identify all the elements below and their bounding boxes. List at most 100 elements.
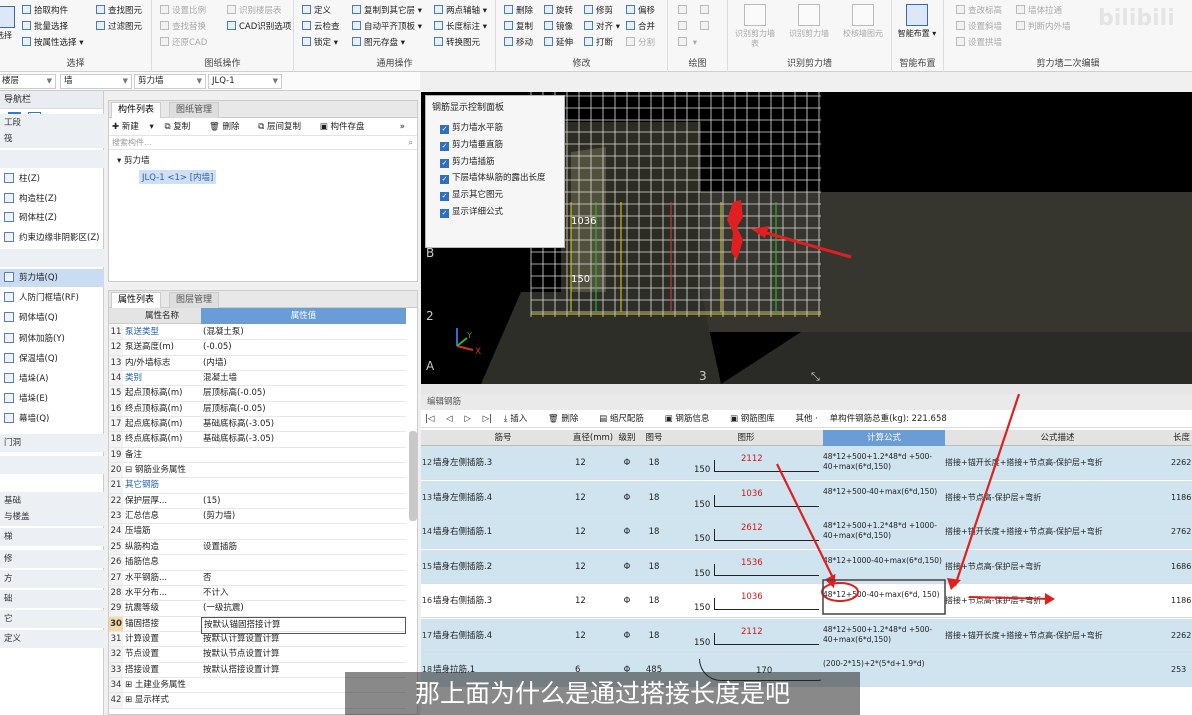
property-value[interactable]: (混凝土泵): [201, 325, 406, 340]
rebar-shape[interactable]: 150 1036: [671, 584, 821, 618]
rebar-diameter[interactable]: 12: [573, 446, 615, 480]
property-value[interactable]: (-0.05): [201, 340, 406, 355]
rebar-shape[interactable]: 150 2612: [671, 515, 821, 549]
rebar-formula[interactable]: 48*12+500-40+max(6*d,150): [823, 481, 945, 515]
rebar-diameter[interactable]: 12: [573, 550, 615, 584]
convert-element-button[interactable]: 转换图元: [434, 36, 480, 51]
nav-item[interactable]: 砌体加筋(Y): [0, 330, 104, 348]
property-row[interactable]: 14 类别 混凝土墙: [109, 371, 406, 387]
collapse-icon[interactable]: ⤡: [811, 370, 820, 383]
rebar-name[interactable]: 墙身右侧插筋.2: [433, 550, 573, 584]
recognize-wall-button[interactable]: 识别剪力墙: [786, 4, 832, 39]
property-row[interactable]: 27 水平钢筋... 否: [109, 570, 406, 586]
draw-circle-button[interactable]: [700, 4, 712, 19]
rebar-name[interactable]: 墙身右侧插筋.4: [433, 619, 573, 653]
copy-component-button[interactable]: ⧉ 复制: [165, 122, 199, 132]
rebar-grade[interactable]: Φ: [617, 481, 637, 515]
rebar-grade[interactable]: Φ: [617, 550, 637, 584]
rebar-shape[interactable]: 150 1536: [671, 550, 821, 584]
property-scrollbar[interactable]: [409, 431, 417, 521]
formula-description[interactable]: 搭接+节点高-保护层+弯折: [945, 584, 1170, 618]
rebar-figure-no[interactable]: 18: [639, 481, 669, 515]
rebar-grade[interactable]: Φ: [617, 515, 637, 549]
rebar-option-checkbox[interactable]: ✓ 剪力墙垂直筋: [426, 137, 564, 154]
nav-item[interactable]: 础: [0, 590, 104, 608]
nav-item[interactable]: 与楼盖: [0, 508, 104, 526]
element-save-button[interactable]: 图元存盘 ▾: [352, 36, 405, 51]
rebar-row[interactable]: 16 墙身右侧插筋.3 12 Φ 18 150 1036 48*12+500-40+max(6…: [421, 584, 1192, 618]
other-menu[interactable]: 其他 ·: [795, 414, 817, 424]
cloud-check-button[interactable]: 云检查: [302, 20, 340, 35]
rebar-shape[interactable]: 150 2112: [671, 619, 821, 653]
rebar-option-checkbox[interactable]: ✓ 显示其它图元: [426, 187, 564, 204]
property-row[interactable]: 26 插筋信息: [109, 555, 406, 571]
rebar-grade[interactable]: Φ: [617, 584, 637, 618]
property-value[interactable]: 层顶标高(-0.05): [201, 402, 406, 417]
property-row[interactable]: 11 泵送类型 (混凝土泵): [109, 325, 406, 341]
find-element-button[interactable]: 查找图元: [96, 4, 142, 19]
recognize-wall-table-button[interactable]: 识别剪力墙表: [732, 4, 778, 49]
first-row-icon[interactable]: |◁: [425, 414, 434, 424]
rebar-diameter[interactable]: 12: [573, 481, 615, 515]
property-value[interactable]: 按默认计算设置计算: [201, 632, 406, 647]
new-component-button[interactable]: ✚ 新建 ▾: [112, 122, 154, 132]
rebar-figure-no[interactable]: 18: [639, 550, 669, 584]
filter-element-button[interactable]: 过滤图元: [96, 20, 142, 35]
restore-cad-button[interactable]: 还原CAD: [160, 36, 207, 51]
rebar-row[interactable]: 12 墙身左侧插筋.3 12 Φ 18 150 2112 48*12+500+1.2*48*d…: [421, 446, 1192, 480]
property-row[interactable]: 29 抗震等级 (一级抗震): [109, 601, 406, 617]
component-select[interactable]: JLQ-1 ▼: [208, 74, 282, 89]
rebar-formula[interactable]: 48*12+1000-40+max(6*d,150): [823, 550, 945, 584]
nav-item[interactable]: 定义: [0, 630, 104, 648]
tree-root[interactable]: ▾ 剪力墙: [109, 150, 417, 166]
formula-description[interactable]: [945, 653, 1170, 687]
move-button[interactable]: 移动: [504, 36, 533, 51]
property-value[interactable]: (15): [201, 494, 406, 509]
nav-item[interactable]: 方: [0, 570, 104, 588]
property-row[interactable]: 30 锚固搭接 按默认锚固搭接计算: [109, 616, 406, 634]
rebar-diameter[interactable]: 12: [573, 515, 615, 549]
align-button[interactable]: 对齐 ▾: [584, 20, 620, 35]
rebar-figure-no[interactable]: 18: [639, 515, 669, 549]
nav-item[interactable]: 人防门框墙(RF): [0, 289, 104, 307]
delete-button[interactable]: 删除: [504, 4, 533, 19]
rebar-shape[interactable]: 150 2112: [671, 446, 821, 480]
rebar-figure-no[interactable]: 18: [639, 619, 669, 653]
property-value[interactable]: 设置插筋: [201, 540, 406, 555]
select-by-attribute-button[interactable]: 按属性选择 ▾: [22, 36, 83, 51]
rebar-option-checkbox[interactable]: ✓ 显示详细公式: [426, 204, 564, 221]
rebar-library-button[interactable]: ▣ 钢筋图库: [730, 414, 784, 424]
rebar-name[interactable]: 墙身右侧插筋.1: [433, 515, 573, 549]
rebar-formula[interactable]: 48*12+500+1.2*48*d +500-40+max(6*d,150): [823, 619, 945, 653]
scale-rebar-button[interactable]: ▤ 缩尺配筋: [599, 414, 653, 424]
rebar-row[interactable]: 17 墙身右侧插筋.4 12 Φ 18 150 2112 48*12+500+1.2*48*d…: [421, 618, 1192, 653]
tab-component-list[interactable]: 构件列表: [111, 102, 162, 118]
nav-item[interactable]: [0, 150, 104, 168]
draw-point-button[interactable]: [678, 4, 690, 19]
rebar-name[interactable]: 墙身右侧插筋.3: [433, 584, 573, 618]
nav-item[interactable]: 幕墙(Q): [0, 410, 104, 428]
select-big-button[interactable]: 选择: [0, 6, 18, 41]
two-point-axis-button[interactable]: 两点辅轴 ▾: [434, 4, 487, 19]
rotate-button[interactable]: 旋转: [544, 4, 573, 19]
set-slant-wall-button[interactable]: 设置斜墙: [956, 20, 1002, 35]
property-row[interactable]: 18 终点底标高(m) 基础底标高(-3.05): [109, 432, 406, 448]
judge-wall-button[interactable]: 判断内外墙: [1016, 20, 1071, 35]
property-row[interactable]: 19 备注: [109, 447, 406, 464]
property-value[interactable]: (内墙): [201, 356, 406, 371]
rebar-shape[interactable]: 150 1036: [671, 481, 821, 515]
property-row[interactable]: 24 压墙筋: [109, 524, 406, 540]
type-select[interactable]: 墙 ▼: [60, 74, 132, 89]
cad-options-button[interactable]: CAD识别选项: [227, 20, 291, 35]
property-value[interactable]: 基础底标高(-3.05): [201, 432, 406, 447]
nav-item[interactable]: 门洞: [0, 434, 104, 452]
tree-item-jlq1[interactable]: JLQ-1 <1> [内墙]: [139, 170, 217, 184]
property-value[interactable]: 按默认节点设置计算: [201, 647, 406, 662]
property-value[interactable]: (剪力墙): [201, 509, 406, 524]
property-row[interactable]: 15 起点顶标高(m) 层顶标高(-0.05): [109, 386, 406, 402]
rebar-option-checkbox[interactable]: ✓ 剪力墙水平筋: [426, 120, 564, 137]
delete-component-button[interactable]: 🗑 删除: [209, 122, 248, 132]
nav-item[interactable]: 砌体柱(Z): [0, 209, 104, 227]
nav-item[interactable]: 它: [0, 610, 104, 628]
rebar-figure-no[interactable]: 18: [639, 584, 669, 618]
